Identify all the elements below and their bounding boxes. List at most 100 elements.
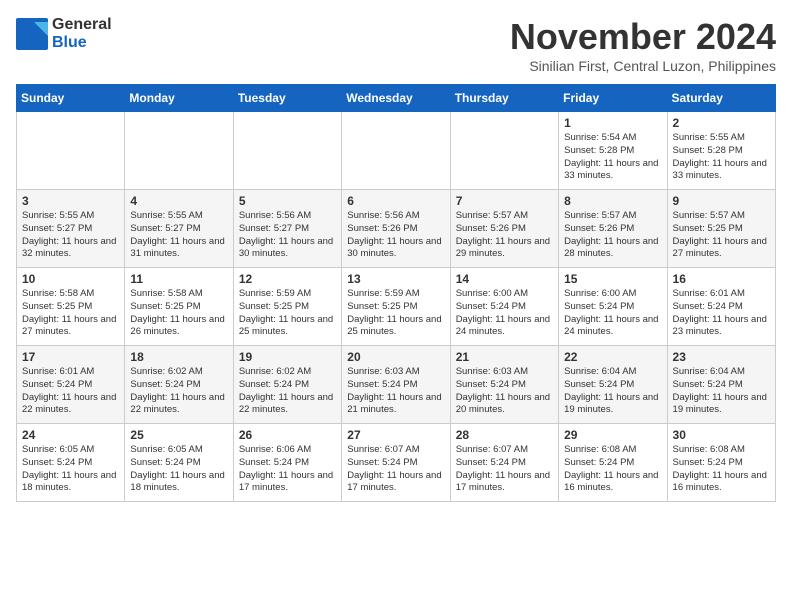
cell-info: Sunrise: 6:08 AM Sunset: 5:24 PM Dayligh…	[673, 444, 770, 495]
day-number: 27	[347, 428, 444, 442]
cell-info: Sunrise: 5:55 AM Sunset: 5:28 PM Dayligh…	[673, 132, 770, 183]
cell-info: Sunrise: 6:07 AM Sunset: 5:24 PM Dayligh…	[456, 444, 553, 495]
day-number: 26	[239, 428, 336, 442]
cell-info: Sunrise: 6:08 AM Sunset: 5:24 PM Dayligh…	[564, 444, 661, 495]
day-number: 18	[130, 350, 227, 364]
cell-info: Sunrise: 5:59 AM Sunset: 5:25 PM Dayligh…	[239, 288, 336, 339]
day-number: 3	[22, 194, 119, 208]
cell-info: Sunrise: 6:04 AM Sunset: 5:24 PM Dayligh…	[673, 366, 770, 417]
day-number: 11	[130, 272, 227, 286]
day-number: 6	[347, 194, 444, 208]
calendar-cell: 1 Sunrise: 5:54 AM Sunset: 5:28 PM Daylig…	[559, 112, 667, 190]
day-number: 5	[239, 194, 336, 208]
location-title: Sinilian First, Central Luzon, Philippin…	[510, 58, 776, 74]
calendar-cell: 2 Sunrise: 5:55 AM Sunset: 5:28 PM Daylig…	[667, 112, 775, 190]
logo-general: General	[52, 16, 112, 34]
cell-info: Sunrise: 5:55 AM Sunset: 5:27 PM Dayligh…	[22, 210, 119, 261]
calendar-cell: 3 Sunrise: 5:55 AM Sunset: 5:27 PM Daylig…	[17, 190, 125, 268]
cell-info: Sunrise: 6:05 AM Sunset: 5:24 PM Dayligh…	[130, 444, 227, 495]
calendar-cell: 11 Sunrise: 5:58 AM Sunset: 5:25 PM Dayli…	[125, 268, 233, 346]
cell-info: Sunrise: 5:54 AM Sunset: 5:28 PM Dayligh…	[564, 132, 661, 183]
cell-info: Sunrise: 5:58 AM Sunset: 5:25 PM Dayligh…	[22, 288, 119, 339]
header-row: SundayMondayTuesdayWednesdayThursdayFrid…	[17, 85, 776, 112]
calendar-cell: 12 Sunrise: 5:59 AM Sunset: 5:25 PM Dayli…	[233, 268, 341, 346]
cell-info: Sunrise: 5:56 AM Sunset: 5:27 PM Dayligh…	[239, 210, 336, 261]
day-number: 22	[564, 350, 661, 364]
calendar-cell: 17 Sunrise: 6:01 AM Sunset: 5:24 PM Dayli…	[17, 346, 125, 424]
calendar-cell: 13Sunrise: 5:59 AM Sunset: 5:25 PM Dayli…	[342, 268, 450, 346]
cell-info: Sunrise: 5:59 AM Sunset: 5:25 PM Dayligh…	[347, 288, 444, 339]
day-header-sunday: Sunday	[17, 85, 125, 112]
calendar-cell: 27 Sunrise: 6:07 AM Sunset: 5:24 PM Dayli…	[342, 424, 450, 502]
day-number: 29	[564, 428, 661, 442]
day-number: 12	[239, 272, 336, 286]
month-title: November 2024	[510, 16, 776, 58]
calendar-cell: 18 Sunrise: 6:02 AM Sunset: 5:24 PM Dayli…	[125, 346, 233, 424]
cell-info: Sunrise: 6:03 AM Sunset: 5:24 PM Dayligh…	[456, 366, 553, 417]
calendar-cell: 21Sunrise: 6:03 AM Sunset: 5:24 PM Dayli…	[450, 346, 558, 424]
day-number: 1	[564, 116, 661, 130]
calendar-cell: 16Sunrise: 6:01 AM Sunset: 5:24 PM Dayli…	[667, 268, 775, 346]
calendar-cell	[17, 112, 125, 190]
logo: General Blue	[16, 16, 112, 51]
day-number: 24	[22, 428, 119, 442]
day-number: 10	[22, 272, 119, 286]
day-number: 7	[456, 194, 553, 208]
cell-info: Sunrise: 6:07 AM Sunset: 5:24 PM Dayligh…	[347, 444, 444, 495]
day-number: 25	[130, 428, 227, 442]
calendar-cell: 28 Sunrise: 6:07 AM Sunset: 5:24 PM Dayli…	[450, 424, 558, 502]
calendar-header: SundayMondayTuesdayWednesdayThursdayFrid…	[17, 85, 776, 112]
cell-info: Sunrise: 6:02 AM Sunset: 5:24 PM Dayligh…	[130, 366, 227, 417]
calendar-cell: 20 Sunrise: 6:03 AM Sunset: 5:24 PM Dayli…	[342, 346, 450, 424]
day-number: 17	[22, 350, 119, 364]
calendar-cell: 9 Sunrise: 5:57 AM Sunset: 5:25 PM Daylig…	[667, 190, 775, 268]
calendar-cell: 19Sunrise: 6:02 AM Sunset: 5:24 PM Dayli…	[233, 346, 341, 424]
page-header: General Blue November 2024 Sinilian Firs…	[16, 16, 776, 74]
calendar-cell	[342, 112, 450, 190]
calendar-cell: 26 Sunrise: 6:06 AM Sunset: 5:24 PM Dayli…	[233, 424, 341, 502]
calendar-cell	[233, 112, 341, 190]
calendar-cell: 30Sunrise: 6:08 AM Sunset: 5:24 PM Dayli…	[667, 424, 775, 502]
week-row-3: 10 Sunrise: 5:58 AM Sunset: 5:25 PM Dayli…	[17, 268, 776, 346]
cell-info: Sunrise: 5:57 AM Sunset: 5:25 PM Dayligh…	[673, 210, 770, 261]
cell-info: Sunrise: 6:04 AM Sunset: 5:24 PM Dayligh…	[564, 366, 661, 417]
cell-info: Sunrise: 5:55 AM Sunset: 5:27 PM Dayligh…	[130, 210, 227, 261]
day-number: 4	[130, 194, 227, 208]
week-row-2: 3 Sunrise: 5:55 AM Sunset: 5:27 PM Daylig…	[17, 190, 776, 268]
cell-info: Sunrise: 6:05 AM Sunset: 5:24 PM Dayligh…	[22, 444, 119, 495]
calendar-cell: 7 Sunrise: 5:57 AM Sunset: 5:26 PM Daylig…	[450, 190, 558, 268]
cell-info: Sunrise: 6:02 AM Sunset: 5:24 PM Dayligh…	[239, 366, 336, 417]
week-row-5: 24 Sunrise: 6:05 AM Sunset: 5:24 PM Dayli…	[17, 424, 776, 502]
title-block: November 2024 Sinilian First, Central Lu…	[510, 16, 776, 74]
logo-blue: Blue	[52, 34, 112, 52]
day-header-monday: Monday	[125, 85, 233, 112]
cell-info: Sunrise: 5:56 AM Sunset: 5:26 PM Dayligh…	[347, 210, 444, 261]
day-number: 9	[673, 194, 770, 208]
logo-icon	[16, 18, 48, 50]
cell-info: Sunrise: 6:03 AM Sunset: 5:24 PM Dayligh…	[347, 366, 444, 417]
day-number: 2	[673, 116, 770, 130]
cell-info: Sunrise: 6:06 AM Sunset: 5:24 PM Dayligh…	[239, 444, 336, 495]
cell-info: Sunrise: 6:01 AM Sunset: 5:24 PM Dayligh…	[22, 366, 119, 417]
calendar-cell: 5 Sunrise: 5:56 AM Sunset: 5:27 PM Daylig…	[233, 190, 341, 268]
calendar-cell: 22 Sunrise: 6:04 AM Sunset: 5:24 PM Dayli…	[559, 346, 667, 424]
week-row-4: 17 Sunrise: 6:01 AM Sunset: 5:24 PM Dayli…	[17, 346, 776, 424]
day-number: 16	[673, 272, 770, 286]
cell-info: Sunrise: 5:57 AM Sunset: 5:26 PM Dayligh…	[564, 210, 661, 261]
calendar-cell: 10 Sunrise: 5:58 AM Sunset: 5:25 PM Dayli…	[17, 268, 125, 346]
week-row-1: 1 Sunrise: 5:54 AM Sunset: 5:28 PM Daylig…	[17, 112, 776, 190]
cell-info: Sunrise: 5:58 AM Sunset: 5:25 PM Dayligh…	[130, 288, 227, 339]
calendar-cell: 24 Sunrise: 6:05 AM Sunset: 5:24 PM Dayli…	[17, 424, 125, 502]
cell-info: Sunrise: 5:57 AM Sunset: 5:26 PM Dayligh…	[456, 210, 553, 261]
calendar-cell: 6 Sunrise: 5:56 AM Sunset: 5:26 PM Daylig…	[342, 190, 450, 268]
day-number: 20	[347, 350, 444, 364]
calendar-table: SundayMondayTuesdayWednesdayThursdayFrid…	[16, 84, 776, 502]
calendar-cell: 29 Sunrise: 6:08 AM Sunset: 5:24 PM Dayli…	[559, 424, 667, 502]
calendar-cell: 25 Sunrise: 6:05 AM Sunset: 5:24 PM Dayli…	[125, 424, 233, 502]
day-header-friday: Friday	[559, 85, 667, 112]
calendar-body: 1 Sunrise: 5:54 AM Sunset: 5:28 PM Daylig…	[17, 112, 776, 502]
day-number: 15	[564, 272, 661, 286]
calendar-cell: 23Sunrise: 6:04 AM Sunset: 5:24 PM Dayli…	[667, 346, 775, 424]
day-number: 14	[456, 272, 553, 286]
day-number: 28	[456, 428, 553, 442]
